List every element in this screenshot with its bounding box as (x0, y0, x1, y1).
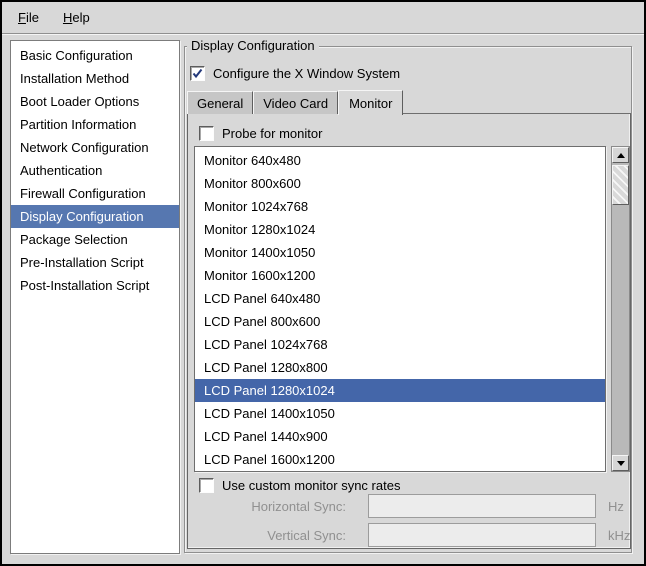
horizontal-sync-row: Horizontal Sync: Hz (188, 493, 624, 519)
scrollbar-thumb[interactable] (612, 165, 629, 205)
checkmark-icon (191, 67, 204, 80)
menu-file[interactable]: File (14, 8, 43, 27)
monitor-list-item[interactable]: Monitor 1280x1024 (195, 218, 605, 241)
probe-monitor-row[interactable]: Probe for monitor (199, 123, 322, 143)
horizontal-sync-label: Horizontal Sync: (188, 499, 346, 514)
monitor-list-item[interactable]: LCD Panel 640x480 (195, 287, 605, 310)
sidebar-item[interactable]: Post-Installation Script (11, 274, 179, 297)
scroll-up-button[interactable] (612, 147, 629, 163)
monitor-list-item[interactable]: LCD Panel 1400x1050 (195, 402, 605, 425)
monitor-list-item[interactable]: LCD Panel 800x600 (195, 310, 605, 333)
sidebar-item[interactable]: Installation Method (11, 67, 179, 90)
monitor-list-item[interactable]: Monitor 1600x1200 (195, 264, 605, 287)
monitor-list-item[interactable]: LCD Panel 1280x1024 (195, 379, 605, 402)
monitor-list-item[interactable]: LCD Panel 1280x800 (195, 356, 605, 379)
probe-monitor-checkbox[interactable] (199, 126, 214, 141)
probe-monitor-label: Probe for monitor (222, 126, 322, 141)
tab-bar: General Video Card Monitor (187, 89, 403, 114)
tab-video-card[interactable]: Video Card (253, 91, 338, 114)
configure-x-label: Configure the X Window System (213, 66, 400, 81)
monitor-list-item[interactable]: Monitor 640x480 (195, 149, 605, 172)
monitor-list-scrollbar[interactable] (611, 146, 630, 472)
sidebar-item[interactable]: Partition Information (11, 113, 179, 136)
sidebar-item[interactable]: Package Selection (11, 228, 179, 251)
scroll-down-button[interactable] (612, 455, 629, 471)
sidebar-item[interactable]: Firewall Configuration (11, 182, 179, 205)
horizontal-sync-unit: Hz (608, 499, 624, 514)
sidebar-item[interactable]: Pre-Installation Script (11, 251, 179, 274)
tab-general[interactable]: General (187, 91, 253, 114)
monitor-tab-panel: Probe for monitor Monitor 640x480Monitor… (187, 113, 631, 549)
arrow-up-icon (617, 153, 625, 158)
sidebar-item[interactable]: Authentication (11, 159, 179, 182)
custom-sync-checkbox[interactable] (199, 478, 214, 493)
monitor-list-item[interactable]: LCD Panel 1600x1200 (195, 448, 605, 471)
vertical-sync-unit: kHz (608, 528, 630, 543)
tab-monitor[interactable]: Monitor (338, 90, 403, 115)
sidebar-item[interactable]: Network Configuration (11, 136, 179, 159)
sidebar-item[interactable]: Display Configuration (11, 205, 179, 228)
vertical-sync-label: Vertical Sync: (188, 528, 346, 543)
custom-sync-row[interactable]: Use custom monitor sync rates (199, 475, 400, 495)
configure-x-checkbox[interactable] (190, 66, 205, 81)
horizontal-sync-input[interactable] (368, 494, 596, 518)
vertical-sync-input[interactable] (368, 523, 596, 547)
monitor-list-item[interactable]: LCD Panel 1024x768 (195, 333, 605, 356)
monitor-list-item[interactable]: LCD Panel 1440x900 (195, 425, 605, 448)
arrow-down-icon (617, 461, 625, 466)
menubar-separator (2, 33, 644, 35)
monitor-list-item[interactable]: Monitor 1024x768 (195, 195, 605, 218)
menubar: File Help (2, 2, 644, 33)
sidebar-item[interactable]: Boot Loader Options (11, 90, 179, 113)
menu-help[interactable]: Help (59, 8, 94, 27)
monitor-list-item[interactable]: Monitor 1400x1050 (195, 241, 605, 264)
monitor-list[interactable]: Monitor 640x480Monitor 800x600Monitor 10… (194, 146, 606, 472)
sidebar-section-list[interactable]: Basic ConfigurationInstallation MethodBo… (10, 40, 180, 554)
monitor-list-item[interactable]: Monitor 800x600 (195, 172, 605, 195)
custom-sync-label: Use custom monitor sync rates (222, 478, 400, 493)
sidebar-item[interactable]: Basic Configuration (11, 44, 179, 67)
configure-x-row[interactable]: Configure the X Window System (190, 63, 400, 83)
kickstart-configurator-window: File Help Basic ConfigurationInstallatio… (0, 0, 646, 566)
display-configuration-frame: Display Configuration Configure the X Wi… (184, 46, 632, 553)
frame-title: Display Configuration (187, 38, 319, 53)
vertical-sync-row: Vertical Sync: kHz (188, 522, 630, 548)
